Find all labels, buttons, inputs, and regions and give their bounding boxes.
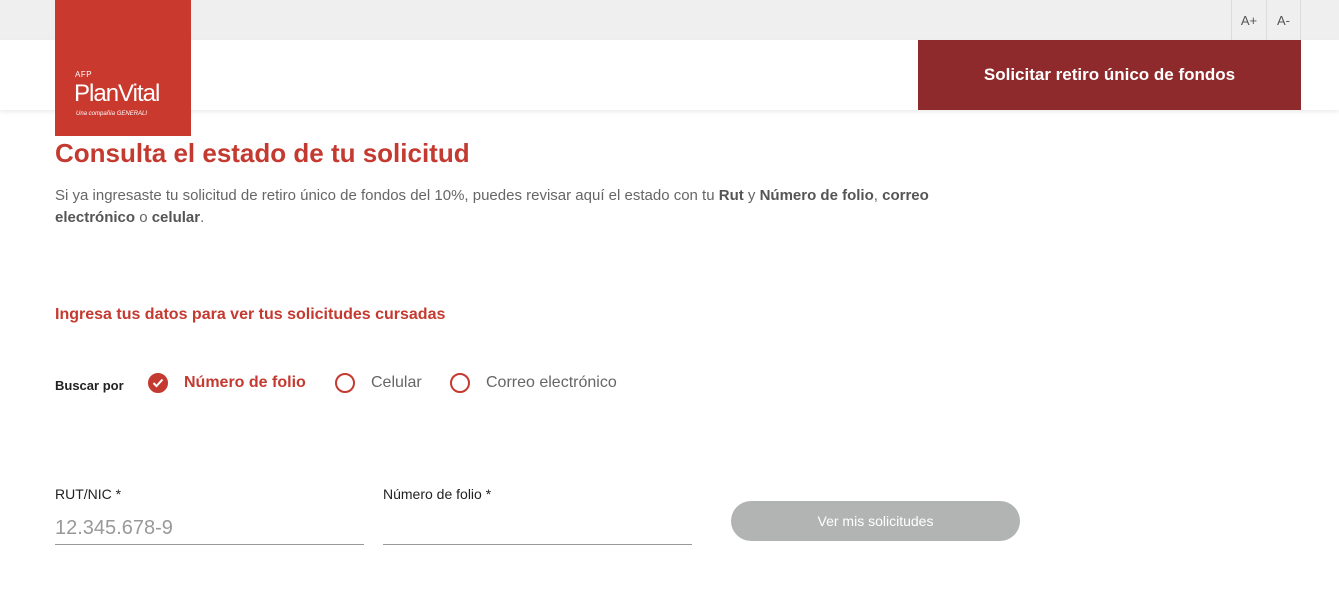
- top-utility-bar: A+ A-: [0, 0, 1339, 40]
- form-subtitle: Ingresa tus datos para ver tus solicitud…: [55, 306, 446, 323]
- radio-folio[interactable]: Número de folio: [148, 373, 306, 393]
- page-title: Consulta el estado de tu solicitud: [55, 138, 470, 168]
- planvital-logo[interactable]: AFP PlanVital Una compañía GENERALI: [55, 0, 191, 136]
- logo-tagline: Una compañía GENERALI: [76, 111, 148, 117]
- radio-folio-label: Número de folio: [184, 374, 306, 391]
- radio-circle-icon: [335, 373, 355, 393]
- description-text: o: [135, 209, 152, 226]
- description-folio: Número de folio: [759, 187, 874, 204]
- description-text: ,: [873, 187, 883, 204]
- description-rut: Rut: [718, 187, 744, 204]
- page-description: Si ya ingresaste tu solicitud de retiro …: [55, 185, 1005, 229]
- description-text: .: [200, 209, 205, 226]
- radio-celular[interactable]: Celular: [335, 373, 422, 393]
- font-decrease-button[interactable]: A-: [1266, 0, 1301, 40]
- rut-label: RUT/NIC *: [55, 486, 122, 502]
- description-celular: celular: [151, 209, 201, 226]
- folio-label: Número de folio *: [383, 486, 492, 502]
- folio-input[interactable]: [383, 512, 692, 545]
- description-text: y: [743, 187, 760, 204]
- checkmark-icon: [148, 373, 168, 393]
- description-text: Si ya ingresaste tu solicitud de retiro …: [55, 187, 719, 204]
- logo-prefix: AFP: [75, 70, 93, 79]
- rut-input[interactable]: [55, 512, 364, 545]
- view-requests-button[interactable]: Ver mis solicitudes: [731, 501, 1020, 541]
- radio-circle-icon: [450, 373, 470, 393]
- radio-correo[interactable]: Correo electrónico: [450, 373, 617, 393]
- radio-correo-label: Correo electrónico: [486, 374, 617, 391]
- font-increase-button[interactable]: A+: [1231, 0, 1266, 40]
- radio-celular-label: Celular: [371, 374, 422, 391]
- search-by-label: Buscar por: [55, 378, 124, 393]
- logo-brand: PlanVital: [74, 80, 160, 107]
- request-withdrawal-button[interactable]: Solicitar retiro único de fondos: [918, 40, 1301, 110]
